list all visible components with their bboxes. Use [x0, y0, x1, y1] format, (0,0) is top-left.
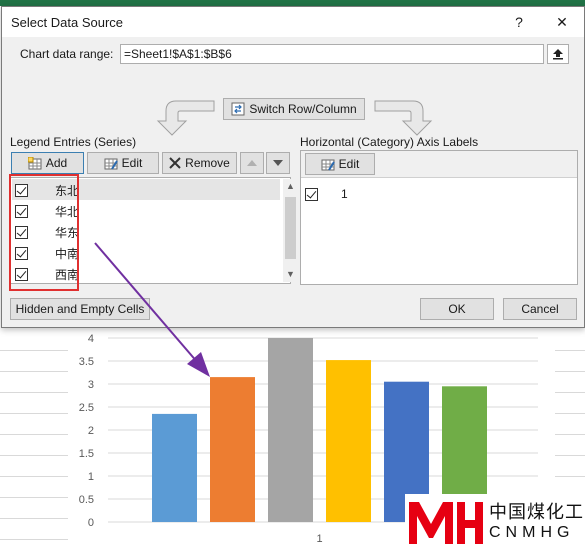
axis-edit-label: Edit [338, 157, 360, 171]
y-tick-label: 2.5 [79, 402, 94, 414]
dialog-titlebar[interactable]: Select Data Source ? ✕ [2, 7, 584, 37]
y-tick-label: 2 [88, 425, 94, 437]
y-tick-label: 4 [88, 333, 94, 345]
collapse-dialog-button[interactable] [547, 44, 569, 64]
edit-axis-labels-button[interactable]: Edit [305, 153, 375, 175]
y-tick-label: 0 [88, 517, 94, 529]
remove-x-icon [169, 157, 181, 169]
switch-row-column-label: Switch Row/Column [249, 102, 357, 116]
bar [268, 338, 313, 522]
move-up-button[interactable] [240, 152, 264, 174]
cancel-button[interactable]: Cancel [503, 298, 577, 320]
close-button[interactable]: ✕ [551, 12, 573, 32]
select-data-source-dialog: Select Data Source ? ✕ Chart data range:… [1, 6, 585, 328]
ok-button[interactable]: OK [420, 298, 494, 320]
watermark-text-en: CNMHG [489, 524, 575, 541]
triangle-up-icon [247, 160, 257, 166]
watermark-text-cn: 中国煤化工 [489, 502, 584, 522]
chart-range-input[interactable]: =Sheet1!$A$1:$B$6 [120, 44, 544, 64]
switch-icon [231, 102, 245, 116]
bar [152, 413, 197, 522]
x-tick-label: 1 [316, 533, 322, 545]
edit-label: Edit [121, 156, 143, 170]
dialog-title: Select Data Source [11, 15, 124, 30]
curved-left-arrow-icon [156, 100, 215, 136]
add-grid-icon [27, 156, 42, 170]
bar [326, 360, 371, 522]
switch-row-column-button[interactable]: Switch Row/Column [223, 98, 365, 120]
category-checkbox[interactable] [305, 187, 318, 201]
category-label: 1 [341, 187, 348, 201]
highlight-box [9, 174, 79, 291]
series-scrollbar[interactable]: ▲ ▼ [283, 179, 298, 282]
help-button[interactable]: ? [508, 12, 530, 32]
y-tick-label: 3 [88, 379, 94, 391]
bar [210, 377, 255, 522]
scroll-thumb[interactable] [285, 197, 296, 259]
y-tick-label: 1.5 [79, 448, 94, 460]
y-tick-label: 3.5 [79, 356, 94, 368]
hidden-empty-cells-button[interactable]: Hidden and Empty Cells [10, 298, 150, 320]
scroll-up-icon[interactable]: ▲ [283, 179, 298, 194]
collapse-arrow-icon [553, 49, 563, 60]
axis-labels-panel: Edit 1 [300, 150, 578, 285]
edit-grid-icon [321, 158, 335, 171]
move-down-button[interactable] [266, 152, 290, 174]
cnmhg-logo-icon [409, 502, 483, 544]
category-row[interactable]: 1 [305, 184, 565, 204]
legend-entries-label: Legend Entries (Series) [10, 135, 137, 149]
curved-right-arrow-icon [374, 100, 433, 136]
edit-series-button[interactable]: Edit [87, 152, 159, 174]
y-tick-label: 1 [88, 471, 94, 483]
add-label: Add [45, 156, 68, 170]
remove-label: Remove [185, 156, 230, 170]
scroll-down-icon[interactable]: ▼ [283, 267, 298, 282]
axis-labels-label: Horizontal (Category) Axis Labels [300, 135, 479, 149]
cnmhg-watermark: 中国煤化工 CNMHG [405, 494, 585, 550]
add-series-button[interactable]: Add [11, 152, 84, 174]
remove-series-button[interactable]: Remove [162, 152, 237, 174]
y-tick-label: 0.5 [79, 494, 94, 506]
edit-grid-icon [104, 157, 118, 170]
triangle-down-icon [273, 160, 283, 166]
chart-range-label: Chart data range: [20, 47, 114, 61]
